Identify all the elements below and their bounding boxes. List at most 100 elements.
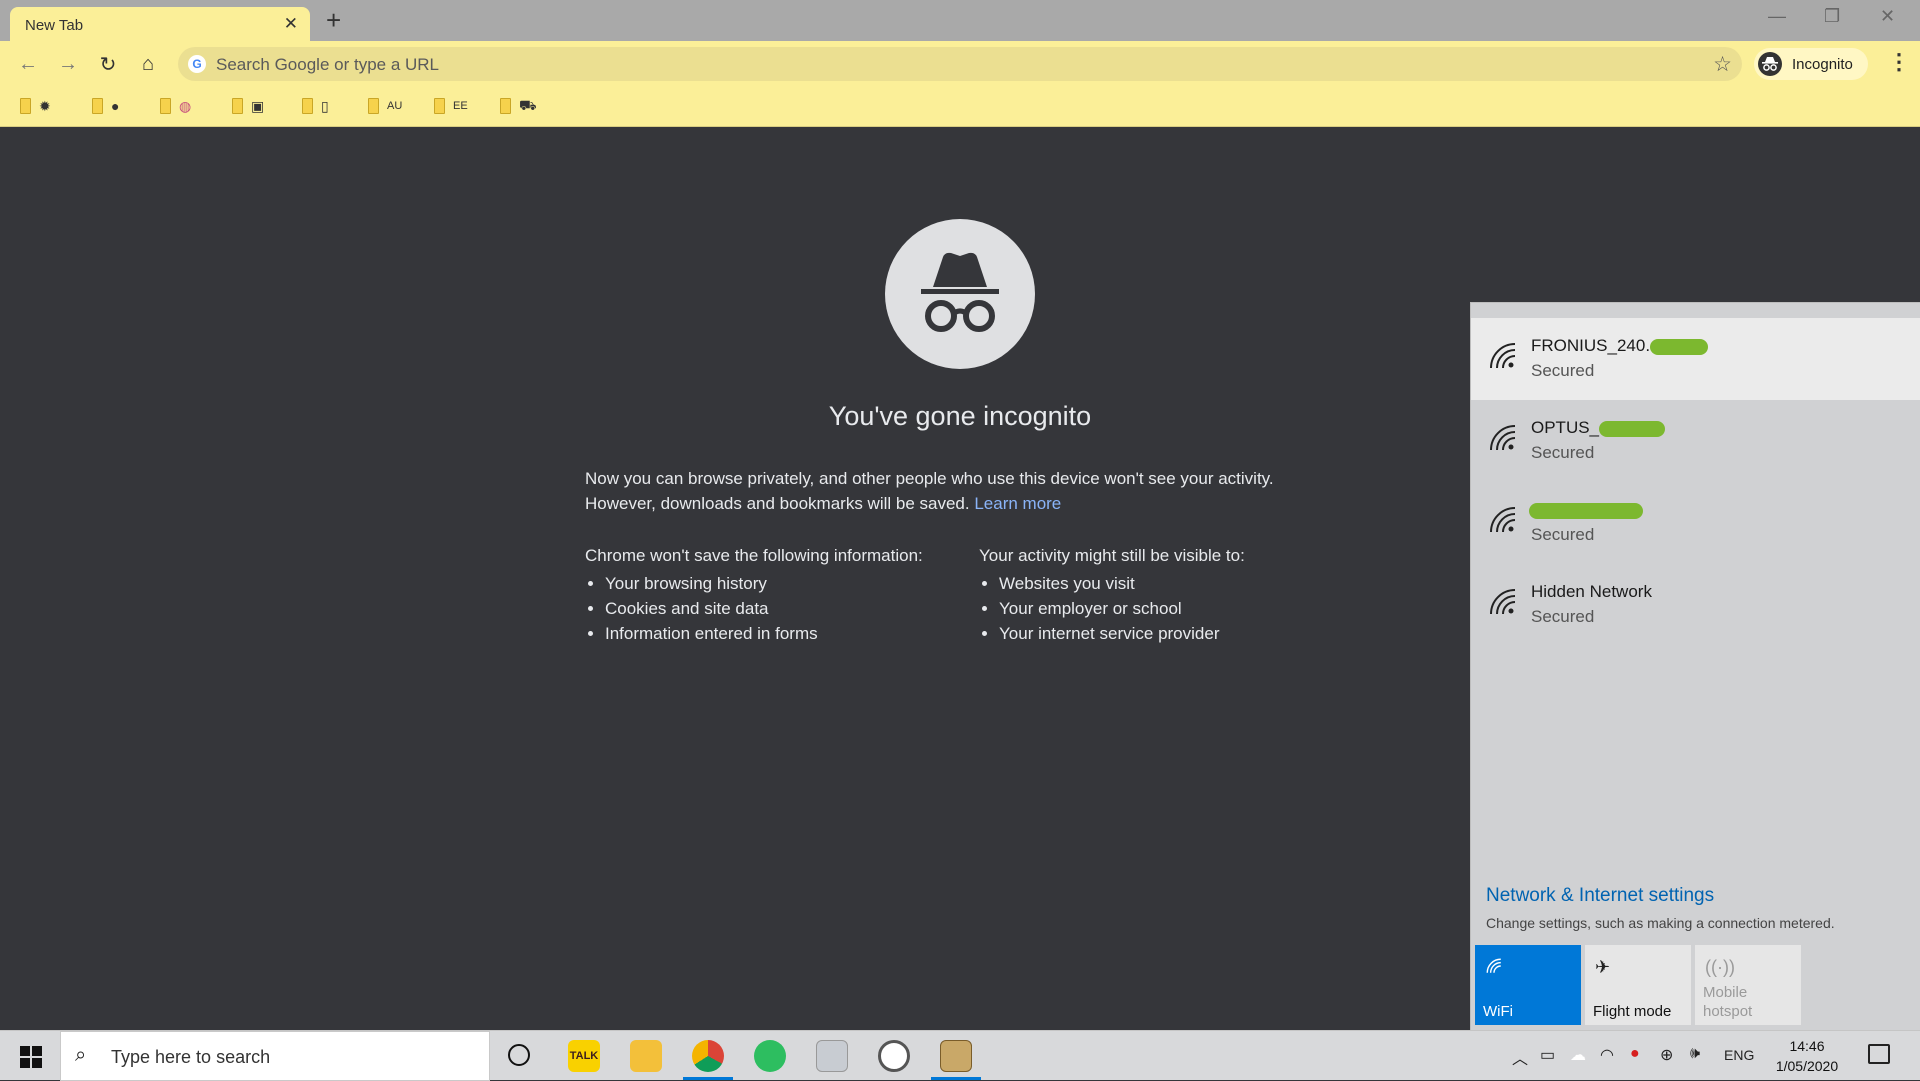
- language-indicator[interactable]: ENG: [1724, 1047, 1754, 1063]
- bookmark-item[interactable]: ✹: [20, 96, 51, 116]
- show-hidden-icons-icon[interactable]: ︿: [1512, 1045, 1528, 1069]
- wifi-secured-icon: [1490, 425, 1516, 451]
- bookmark-item[interactable]: ⛟: [500, 96, 537, 116]
- network-item[interactable]: Secured: [1471, 482, 1920, 564]
- list-item: Information entered in forms: [605, 621, 923, 646]
- restore-button[interactable]: ❐: [1824, 6, 1840, 27]
- tool-icon[interactable]: [940, 1040, 972, 1072]
- close-window-button[interactable]: ✕: [1880, 6, 1895, 27]
- google-icon: G: [188, 55, 206, 73]
- network-name: OPTUS_: [1531, 418, 1666, 438]
- taskbar-search[interactable]: ⌕ Type here to search: [60, 1031, 490, 1081]
- profile-label: Incognito: [1792, 56, 1853, 73]
- network-status: Secured: [1531, 525, 1595, 544]
- hotspot-icon: ((·)): [1705, 957, 1735, 977]
- omnibox[interactable]: G Search Google or type a URL ☆: [178, 47, 1742, 81]
- car-icon: ⛟: [519, 96, 537, 113]
- intro-line: Now you can browse privately, and other …: [585, 469, 1274, 488]
- bookmark-item[interactable]: ▯: [302, 96, 329, 116]
- coin-icon: ●: [111, 98, 120, 114]
- taskbar: ⌕ Type here to search TALK ︿ ▭ ☁ ◠ ● ⊕ 🕪…: [0, 1030, 1920, 1081]
- mobile-hotspot-toggle[interactable]: ((·)) Mobile hotspot: [1695, 945, 1801, 1025]
- cloud-icon[interactable]: ☁: [1570, 1045, 1586, 1065]
- still-visible-section: Your activity might still be visible to:…: [979, 546, 1245, 646]
- search-icon: ⌕: [75, 1044, 87, 1066]
- network-flyout: FRONIUS_240. Secured OPTUS_ Secured Secu…: [1470, 302, 1920, 1030]
- clock-time: 14:46: [1789, 1038, 1825, 1054]
- network-status: Secured: [1531, 607, 1595, 626]
- bookmark-folder-icon: [368, 98, 379, 114]
- network-item[interactable]: FRONIUS_240. Secured: [1471, 318, 1920, 400]
- network-item[interactable]: Hidden Network Secured: [1471, 564, 1920, 646]
- reload-icon[interactable]: ↻: [96, 52, 120, 76]
- bookmark-text-ee: EE: [453, 100, 468, 112]
- bookmark-item[interactable]: EE: [434, 96, 468, 116]
- not-saved-heading: Chrome won't save the following informat…: [585, 546, 923, 565]
- volume-icon[interactable]: 🕪: [1690, 1045, 1700, 1063]
- tab-title: New Tab: [25, 17, 84, 34]
- evernote-icon[interactable]: [754, 1040, 786, 1072]
- wordpress-icon[interactable]: [878, 1040, 910, 1072]
- wifi-tray-icon[interactable]: ◠: [1600, 1045, 1614, 1065]
- omnibox-placeholder: Search Google or type a URL: [216, 55, 440, 74]
- intro-line-text: However, downloads and bookmarks will be…: [585, 494, 975, 513]
- bookmark-item[interactable]: ◍: [160, 96, 191, 116]
- still-visible-heading: Your activity might still be visible to:: [979, 546, 1245, 565]
- wifi-toggle[interactable]: WiFi: [1475, 945, 1581, 1025]
- browser-tab[interactable]: New Tab ✕: [10, 7, 310, 41]
- clock-date: 1/05/2020: [1775, 1058, 1839, 1074]
- photos-icon[interactable]: [816, 1040, 848, 1072]
- airplane-icon: ✈: [1595, 957, 1611, 977]
- notifications-icon[interactable]: [1868, 1044, 1890, 1064]
- list-item: Your employer or school: [999, 596, 1245, 621]
- bookmark-folder-icon: [232, 98, 243, 114]
- new-tab-button[interactable]: +: [326, 7, 341, 33]
- wifi-secured-icon: [1490, 507, 1516, 533]
- battery-icon[interactable]: ▭: [1540, 1045, 1555, 1065]
- tv-icon: ▣: [251, 97, 265, 114]
- network-name: [1529, 500, 1643, 520]
- not-saved-section: Chrome won't save the following informat…: [585, 546, 923, 646]
- bookmark-item[interactable]: AU: [368, 96, 402, 116]
- globe-icon[interactable]: ⊕: [1660, 1045, 1673, 1065]
- cortana-icon[interactable]: [508, 1044, 530, 1066]
- chat-bubble-icon: ◍: [179, 97, 192, 114]
- chrome-menu-icon[interactable]: ⋮: [1888, 51, 1910, 73]
- incognito-hero-icon: [885, 219, 1035, 369]
- forward-icon[interactable]: →: [56, 52, 80, 76]
- bookmark-item[interactable]: ●: [92, 96, 119, 116]
- clock[interactable]: 14:46 1/05/2020: [1770, 1036, 1844, 1076]
- flight-mode-label: Flight mode: [1593, 1003, 1672, 1020]
- back-icon[interactable]: ←: [16, 52, 40, 76]
- chrome-icon[interactable]: [692, 1040, 724, 1072]
- kakaotalk-icon[interactable]: TALK: [568, 1040, 600, 1072]
- windows-start-icon[interactable]: [20, 1046, 42, 1068]
- list-item: Your browsing history: [605, 571, 923, 596]
- bookmark-star-icon[interactable]: ☆: [1713, 52, 1732, 77]
- phone-icon: ▯: [321, 97, 329, 114]
- list-item: Websites you visit: [999, 571, 1245, 596]
- learn-more-link[interactable]: Learn more: [974, 494, 1061, 513]
- minimize-button[interactable]: —: [1768, 6, 1786, 27]
- bookmark-item[interactable]: ▣: [232, 96, 264, 116]
- bookmark-folder-icon: [160, 98, 171, 114]
- list-item: Your internet service provider: [999, 621, 1245, 646]
- network-name: Hidden Network: [1531, 582, 1652, 601]
- browser-titlebar: New Tab ✕ + — ❐ ✕: [0, 0, 1920, 41]
- bookmark-folder-icon: [20, 98, 31, 114]
- red-app-tray-icon[interactable]: ●: [1630, 1045, 1640, 1063]
- browser-toolbar: ← → ↻ ⌂ G Search Google or type a URL ☆ …: [0, 41, 1920, 87]
- bookmark-folder-icon: [434, 98, 445, 114]
- network-settings-description: Change settings, such as making a connec…: [1486, 915, 1835, 931]
- sun-icon: ✹: [39, 97, 51, 114]
- flight-mode-toggle[interactable]: ✈ Flight mode: [1585, 945, 1691, 1025]
- network-settings-link[interactable]: Network & Internet settings: [1486, 885, 1714, 907]
- wifi-toggle-label: WiFi: [1483, 1003, 1513, 1020]
- not-saved-list: Your browsing history Cookies and site d…: [585, 571, 923, 646]
- home-icon[interactable]: ⌂: [136, 52, 160, 76]
- file-explorer-icon[interactable]: [630, 1040, 662, 1072]
- profile-button[interactable]: Incognito: [1754, 48, 1868, 80]
- wifi-secured-icon: [1490, 343, 1516, 369]
- network-item[interactable]: OPTUS_ Secured: [1471, 400, 1920, 482]
- tab-close-icon[interactable]: ✕: [284, 15, 298, 32]
